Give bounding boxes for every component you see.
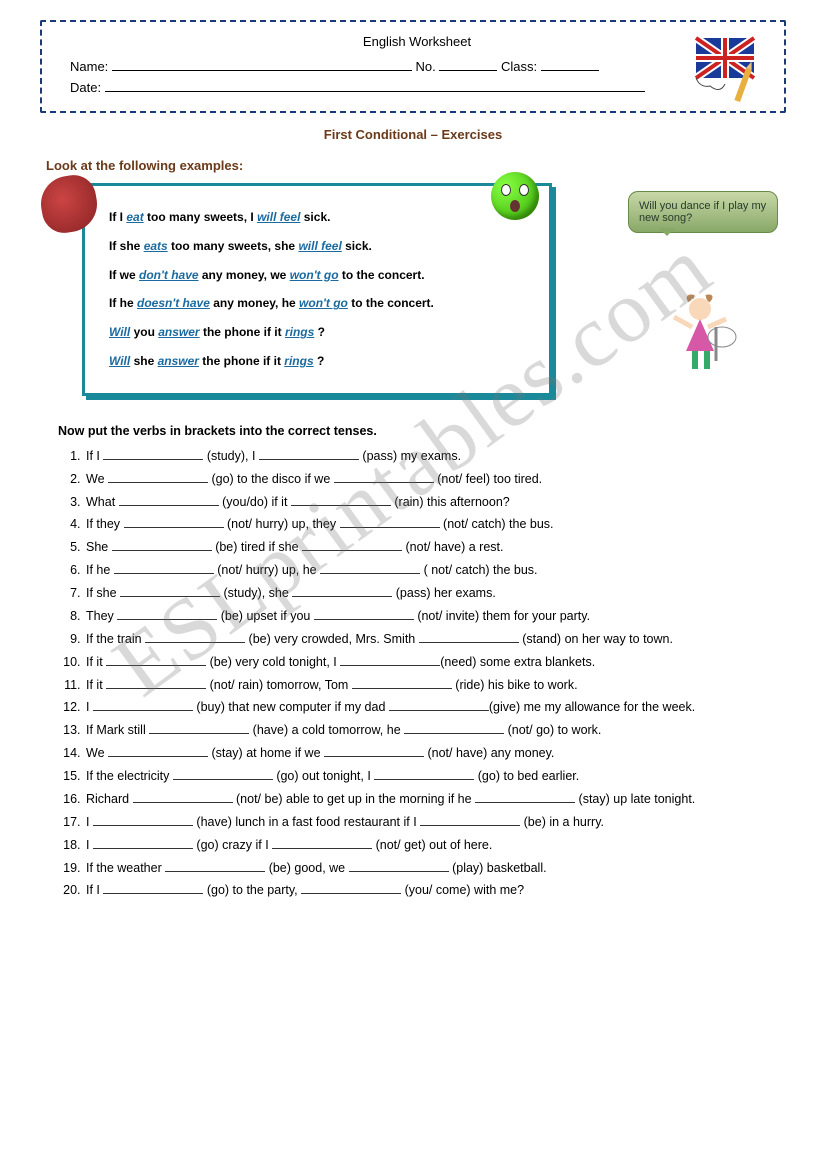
fill-blank[interactable] (419, 630, 519, 643)
date-label: Date: (70, 80, 101, 95)
exercise-item: If he (not/ hurry) up, he ( not/ catch) … (84, 560, 786, 582)
fill-blank[interactable] (149, 721, 249, 734)
header-box: English Worksheet Name: No. Class: Date: (40, 20, 786, 113)
fill-blank[interactable] (93, 813, 193, 826)
no-label: No. (416, 59, 436, 74)
instruction: Now put the verbs in brackets into the c… (58, 424, 786, 438)
fill-blank[interactable] (173, 767, 273, 780)
exercise-item: If the electricity (go) out tonight, I (… (84, 766, 786, 788)
fill-blank[interactable] (404, 721, 504, 734)
candy-icon (37, 172, 102, 237)
header-row-2: Date: (70, 80, 764, 95)
fill-blank[interactable] (120, 584, 220, 597)
fill-blank[interactable] (119, 493, 219, 506)
exercise-item: What (you/do) if it (rain) this afternoo… (84, 492, 786, 514)
fill-blank[interactable] (475, 790, 575, 803)
fill-blank[interactable] (291, 493, 391, 506)
fill-blank[interactable] (108, 470, 208, 483)
exercise-item: They (be) upset if you (not/ invite) the… (84, 606, 786, 628)
fill-blank[interactable] (106, 653, 206, 666)
fill-blank[interactable] (320, 561, 420, 574)
sick-face-icon (491, 172, 539, 220)
fill-blank[interactable] (114, 561, 214, 574)
fill-blank[interactable] (352, 676, 452, 689)
fill-blank[interactable] (324, 744, 424, 757)
fill-blank[interactable] (259, 447, 359, 460)
examples-area: If I eat too many sweets, I will feel si… (40, 183, 786, 396)
dancing-girl-icon (662, 293, 742, 383)
fill-blank[interactable] (165, 859, 265, 872)
example-line: Will you answer the phone if it rings ? (109, 321, 529, 344)
exercise-item: If I (study), I (pass) my exams. (84, 446, 786, 468)
worksheet-title: English Worksheet (70, 34, 764, 49)
fill-blank[interactable] (103, 881, 203, 894)
fill-blank[interactable] (145, 630, 245, 643)
fill-blank[interactable] (389, 698, 489, 711)
fill-blank[interactable] (340, 653, 440, 666)
example-line: If I eat too many sweets, I will feel si… (109, 206, 529, 229)
fill-blank[interactable] (124, 515, 224, 528)
exercise-item: I (have) lunch in a fast food restaurant… (84, 812, 786, 834)
fill-blank[interactable] (340, 515, 440, 528)
uk-flag-pencil-icon (690, 28, 770, 108)
name-label: Name: (70, 59, 108, 74)
exercise-item: We (stay) at home if we (not/ have) any … (84, 743, 786, 765)
fill-blank[interactable] (117, 607, 217, 620)
example-line: Will she answer the phone if it rings ? (109, 350, 529, 373)
fill-blank[interactable] (93, 698, 193, 711)
exercise-item: If it (not/ rain) tomorrow, Tom (ride) h… (84, 675, 786, 697)
fill-blank[interactable] (272, 836, 372, 849)
exercise-item: If Mark still (have) a cold tomorrow, he… (84, 720, 786, 742)
example-line: If we don't have any money, we won't go … (109, 264, 529, 287)
fill-blank[interactable] (374, 767, 474, 780)
class-label: Class: (501, 59, 537, 74)
example-line: If he doesn't have any money, he won't g… (109, 292, 529, 315)
exercise-item: If the train (be) very crowded, Mrs. Smi… (84, 629, 786, 651)
fill-blank[interactable] (420, 813, 520, 826)
exercise-item: If they (not/ hurry) up, they (not/ catc… (84, 514, 786, 536)
example-line: If she eats too many sweets, she will fe… (109, 235, 529, 258)
fill-blank[interactable] (301, 881, 401, 894)
exercise-item: If I (go) to the party, (you/ come) with… (84, 880, 786, 902)
exercise-item: If she (study), she (pass) her exams. (84, 583, 786, 605)
exercise-item: I (buy) that new computer if my dad (giv… (84, 697, 786, 719)
section-title: First Conditional – Exercises (40, 127, 786, 142)
exercise-item: I (go) crazy if I (not/ get) out of here… (84, 835, 786, 857)
exercise-item: She (be) tired if she (not/ have) a rest… (84, 537, 786, 559)
exercise-item: If it (be) very cold tonight, I (need) s… (84, 652, 786, 674)
fill-blank[interactable] (334, 470, 434, 483)
fill-blank[interactable] (108, 744, 208, 757)
fill-blank[interactable] (93, 836, 193, 849)
fill-blank[interactable] (349, 859, 449, 872)
exercise-item: Richard (not/ be) able to get up in the … (84, 789, 786, 811)
exercise-item: We (go) to the disco if we (not/ feel) t… (84, 469, 786, 491)
fill-blank[interactable] (106, 676, 206, 689)
fill-blank[interactable] (103, 447, 203, 460)
speech-bubble: Will you dance if I play my new song? (628, 191, 778, 233)
examples-intro: Look at the following examples: (46, 158, 786, 173)
fill-blank[interactable] (302, 538, 402, 551)
fill-blank[interactable] (292, 584, 392, 597)
fill-blank[interactable] (133, 790, 233, 803)
examples-box: If I eat too many sweets, I will feel si… (82, 183, 552, 396)
exercise-item: If the weather (be) good, we (play) bask… (84, 858, 786, 880)
fill-blank[interactable] (112, 538, 212, 551)
exercise-list: If I (study), I (pass) my exams.We (go) … (40, 446, 786, 903)
fill-blank[interactable] (314, 607, 414, 620)
header-row-1: Name: No. Class: (70, 59, 764, 74)
